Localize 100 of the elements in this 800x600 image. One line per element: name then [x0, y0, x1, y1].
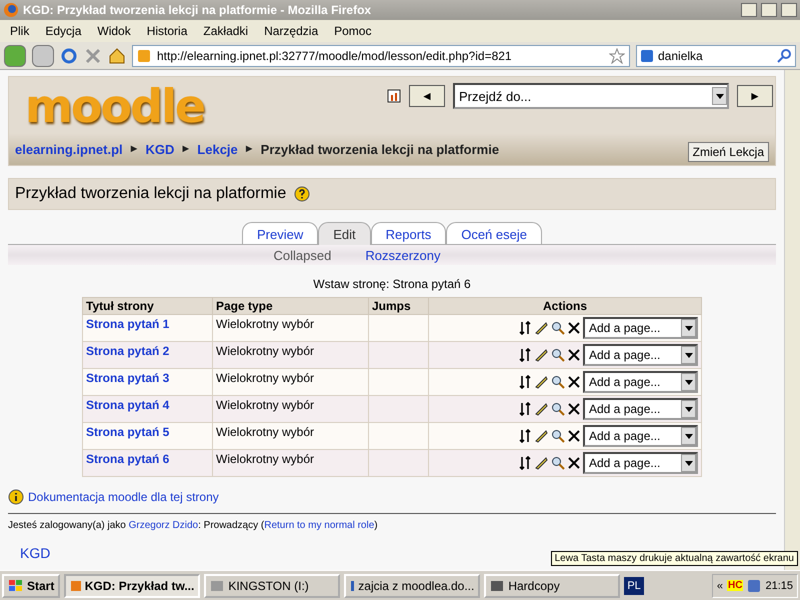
- info-icon: [8, 489, 24, 505]
- edit-icon[interactable]: [534, 402, 548, 416]
- chart-icon[interactable]: [387, 89, 401, 103]
- dropdown-arrow-icon[interactable]: [684, 380, 692, 384]
- delete-icon[interactable]: [568, 403, 580, 415]
- documentation-link[interactable]: Dokumentacja moodle dla tej strony: [28, 490, 219, 504]
- search-icon[interactable]: [551, 348, 565, 362]
- user-link[interactable]: Grzegorz Dzido: [128, 520, 198, 531]
- page-heading: Przykład tworzenia lekcji na platformie: [15, 185, 286, 203]
- breadcrumb-separator: ►: [180, 143, 192, 155]
- edit-icon[interactable]: [534, 375, 548, 389]
- subtab[interactable]: Rozszerzony: [365, 248, 440, 262]
- close-button[interactable]: [781, 3, 797, 17]
- previous-button[interactable]: ◄: [409, 85, 445, 107]
- dropdown-arrow-icon[interactable]: [684, 406, 692, 412]
- move-icon[interactable]: [519, 348, 531, 362]
- search-icon[interactable]: [551, 321, 565, 335]
- tab[interactable]: Preview: [242, 222, 318, 244]
- login-info: Jesteś zalogowany(a) jako Grzegorz Dzido: Prowadzący (Return to my normal role): [8, 520, 379, 531]
- maximize-button[interactable]: [761, 3, 777, 17]
- add-page-select[interactable]: Add a page...: [583, 371, 698, 393]
- menu-item[interactable]: Zakładki: [195, 24, 256, 38]
- page-title-link[interactable]: Strona pytań 6: [86, 452, 170, 466]
- dropdown-arrow-icon[interactable]: [684, 326, 692, 330]
- breadcrumb-link[interactable]: Lekcje: [197, 142, 238, 156]
- breadcrumb-separator: ►: [128, 143, 140, 155]
- window-title: KGD: Przykład tworzenia lekcji na platformie - Mozilla Firefox: [23, 3, 372, 17]
- search-field[interactable]: danielka: [636, 44, 796, 66]
- help-icon[interactable]: [294, 186, 310, 202]
- edit-icon[interactable]: [534, 348, 548, 362]
- page-title-link[interactable]: Strona pytań 4: [86, 398, 170, 412]
- add-page-select[interactable]: Add a page...: [583, 425, 698, 447]
- edit-icon[interactable]: [534, 429, 548, 443]
- move-icon[interactable]: [519, 375, 531, 389]
- search-icon[interactable]: [551, 456, 565, 470]
- change-lesson-button[interactable]: Zmień Lekcja: [688, 142, 769, 162]
- table-cell: Wielokrotny wybór: [212, 450, 368, 476]
- page-title-link[interactable]: Strona pytań 1: [86, 317, 170, 331]
- page-title-link[interactable]: Strona pytań 3: [86, 371, 170, 385]
- firefox-icon: [3, 2, 19, 18]
- dropdown-arrow-icon[interactable]: [684, 434, 692, 438]
- menu-item[interactable]: Narzędzia: [256, 24, 326, 38]
- dropdown-arrow-icon[interactable]: [684, 460, 692, 466]
- add-page-select[interactable]: Add a page...: [583, 452, 698, 474]
- taskbar-button[interactable]: KGD: Przykład tw...: [64, 574, 200, 598]
- delete-icon[interactable]: [568, 349, 580, 361]
- hardcopy-tray-badge[interactable]: HC: [727, 580, 744, 591]
- home-icon[interactable]: [108, 46, 126, 64]
- minimize-button[interactable]: [741, 3, 757, 17]
- breadcrumb-link[interactable]: KGD: [146, 142, 174, 156]
- address-field[interactable]: http://elearning.ipnet.pl:32777/moodle/mod/lesson/edit.php?id=821: [132, 44, 630, 66]
- move-icon[interactable]: [519, 402, 531, 416]
- delete-icon[interactable]: [568, 457, 580, 469]
- column-header: Actions: [428, 298, 702, 314]
- search-icon[interactable]: [551, 402, 565, 416]
- taskbar-button[interactable]: Hardcopy: [484, 574, 620, 598]
- search-icon[interactable]: [551, 429, 565, 443]
- back-button[interactable]: [4, 44, 26, 66]
- start-button[interactable]: Start: [2, 574, 60, 598]
- search-icon[interactable]: [551, 375, 565, 389]
- delete-icon[interactable]: [568, 430, 580, 442]
- menu-item[interactable]: Edycja: [37, 24, 90, 38]
- tab[interactable]: Oceń eseje: [446, 222, 542, 244]
- breadcrumb-current: Przykład tworzenia lekcji na platformie: [260, 142, 500, 156]
- page-title-link[interactable]: Strona pytań 2: [86, 344, 170, 358]
- edit-icon[interactable]: [534, 321, 548, 335]
- taskbar-button[interactable]: KINGSTON (I:): [204, 574, 340, 598]
- menu-item[interactable]: Historia: [138, 24, 196, 38]
- jump-select[interactable]: Przejdź do...: [453, 83, 729, 109]
- return-role-link[interactable]: Return to my normal role: [264, 520, 374, 531]
- star-icon[interactable]: [609, 48, 625, 64]
- add-page-select[interactable]: Add a page...: [583, 317, 698, 339]
- tab[interactable]: Reports: [370, 222, 446, 244]
- tray-expand[interactable]: «: [716, 580, 724, 592]
- menu-item[interactable]: Pomoc: [326, 24, 380, 38]
- subtab[interactable]: Collapsed: [274, 248, 332, 262]
- move-icon[interactable]: [519, 321, 531, 335]
- taskbar-button[interactable]: zajcia z moodlea.do...: [344, 574, 480, 598]
- add-page-select[interactable]: Add a page...: [583, 344, 698, 366]
- move-icon[interactable]: [519, 456, 531, 470]
- dropdown-arrow-icon[interactable]: [684, 352, 692, 358]
- menu-item[interactable]: Widok: [89, 24, 139, 38]
- move-icon[interactable]: [519, 429, 531, 443]
- breadcrumb-link[interactable]: elearning.ipnet.pl: [15, 142, 123, 156]
- page-title-link[interactable]: Strona pytań 5: [86, 425, 170, 439]
- dropdown-arrow-icon[interactable]: [716, 94, 724, 98]
- tooltip: Lewa Tasta maszy drukuje aktualną zawartość ekranu: [550, 551, 798, 566]
- delete-icon[interactable]: [568, 322, 580, 334]
- windows-logo-icon: [8, 578, 24, 592]
- search-icon[interactable]: [776, 48, 792, 64]
- tab[interactable]: Edit: [318, 222, 371, 245]
- edit-icon[interactable]: [534, 456, 548, 470]
- menu-item[interactable]: Plik: [2, 24, 38, 38]
- forward-button[interactable]: [32, 44, 54, 66]
- add-page-select[interactable]: Add a page...: [583, 398, 698, 420]
- next-button[interactable]: ►: [737, 85, 773, 107]
- clock: 21:15: [765, 580, 793, 592]
- reload-icon[interactable]: [60, 46, 78, 64]
- delete-icon[interactable]: [568, 376, 580, 388]
- language-indicator[interactable]: PL: [624, 576, 644, 594]
